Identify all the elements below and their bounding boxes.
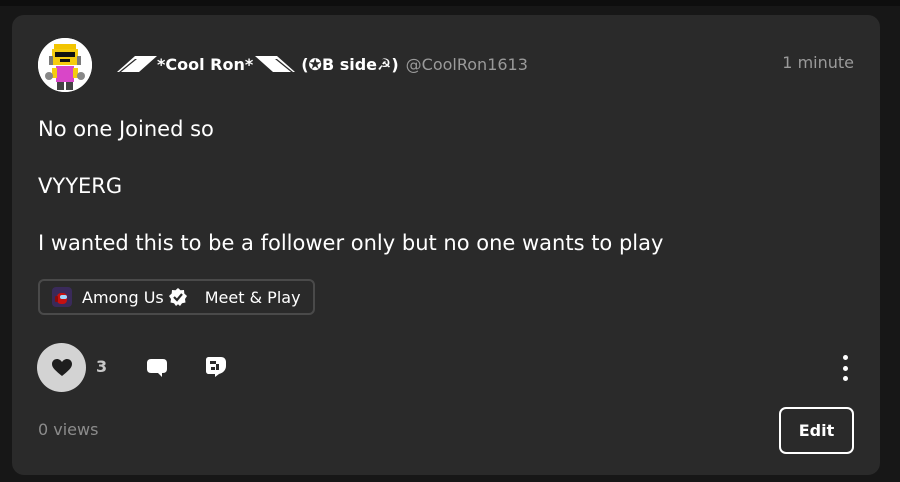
like-button[interactable] bbox=[37, 343, 86, 392]
game-category: Meet & Play bbox=[204, 287, 301, 307]
edit-button[interactable]: Edit bbox=[779, 407, 854, 454]
author-avatar[interactable] bbox=[38, 38, 92, 92]
author-display-name[interactable]: *Cool Ron* (✪B side☭) bbox=[117, 54, 399, 74]
display-name-text: *Cool Ron* bbox=[157, 54, 254, 74]
more-vertical-icon bbox=[842, 376, 848, 381]
view-count: 0 views bbox=[38, 420, 99, 439]
post-body-line: I wanted this to be a follower only but … bbox=[38, 231, 664, 255]
post-card: *Cool Ron* (✪B side☭) @CoolRon1613 1 min… bbox=[12, 15, 880, 475]
post-body-line: VYYERG bbox=[38, 174, 123, 198]
top-bar bbox=[0, 0, 900, 6]
author-handle[interactable]: @CoolRon1613 bbox=[406, 55, 528, 74]
left-decoration-icon bbox=[117, 56, 157, 72]
verified-badge-icon bbox=[168, 288, 187, 306]
game-tag[interactable]: Among Us Meet & Play bbox=[38, 279, 315, 315]
post-header: *Cool Ron* (✪B side☭) @CoolRon1613 bbox=[117, 51, 528, 77]
display-name-suffix: (✪B side☭) bbox=[301, 54, 399, 74]
more-options-button[interactable] bbox=[833, 355, 857, 381]
comment-icon bbox=[147, 359, 167, 377]
robot-avatar-icon bbox=[38, 38, 92, 92]
like-count: 3 bbox=[96, 357, 108, 376]
post-body: No one Joined so VYYERG I wanted this to… bbox=[38, 115, 838, 286]
more-vertical-icon bbox=[842, 355, 848, 360]
right-decoration-icon bbox=[255, 56, 296, 72]
share-button[interactable] bbox=[204, 355, 228, 379]
share-icon bbox=[206, 357, 226, 377]
comment-button[interactable] bbox=[145, 356, 169, 380]
heart-icon bbox=[51, 358, 72, 376]
post-body-line: No one Joined so bbox=[38, 117, 214, 141]
among-us-game-icon bbox=[52, 287, 72, 307]
more-vertical-icon bbox=[842, 365, 848, 371]
post-timestamp: 1 minute bbox=[782, 53, 854, 72]
post-actions: 3 bbox=[37, 343, 857, 393]
game-name: Among Us bbox=[82, 287, 164, 307]
